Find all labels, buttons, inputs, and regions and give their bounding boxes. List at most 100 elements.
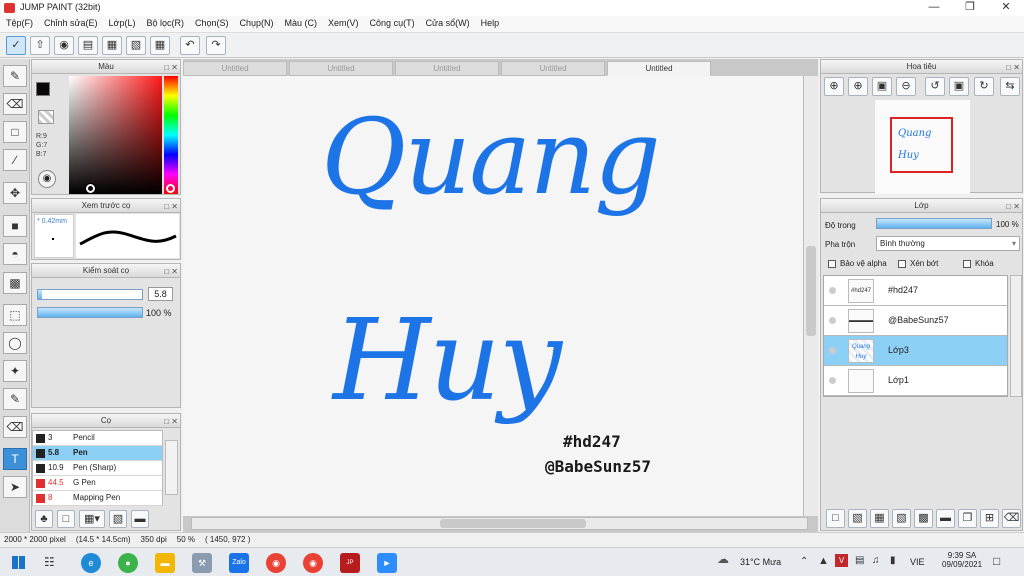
select-eraser-tool-icon[interactable]: ⌫	[3, 416, 27, 438]
chrome-icon[interactable]: ◉	[266, 553, 286, 573]
menu-color[interactable]: Màu (C)	[279, 16, 323, 28]
gradient-tool-icon[interactable]: ▩	[3, 272, 27, 294]
eraser-tool-icon[interactable]: ⌫	[3, 93, 27, 115]
hue-slider[interactable]	[164, 76, 178, 194]
vertical-scroll-thumb[interactable]	[806, 246, 816, 336]
battery-icon[interactable]: ▮	[890, 555, 896, 566]
menu-view[interactable]: Xem(V)	[322, 16, 364, 28]
new-layer-copy-icon[interactable]: ▧	[848, 509, 867, 528]
app-tray-icon[interactable]: ▲	[818, 555, 829, 567]
palette-icon[interactable]: ◉	[38, 170, 56, 188]
navigator-view-rect[interactable]: Quang Huy	[890, 117, 953, 173]
layer-visibility-icon[interactable]	[829, 377, 836, 384]
drawing-canvas[interactable]: Quang Huy #hd247 @BabeSunz57	[183, 76, 803, 516]
layer-folder-icon[interactable]: ▬	[936, 509, 955, 528]
panel-buttons-icon[interactable]: □ ✕	[164, 415, 178, 428]
menu-tools[interactable]: Công cụ(T)	[364, 16, 420, 28]
menu-select[interactable]: Chọn(S)	[189, 16, 234, 28]
zoom-in-icon[interactable]: ⊕	[824, 77, 844, 96]
layer-page-icon[interactable]: ▦	[870, 509, 889, 528]
rotate-right-icon[interactable]: ↻	[974, 77, 994, 96]
lock-checkbox[interactable]	[963, 259, 971, 268]
zoom-app-icon[interactable]: ►	[377, 553, 397, 573]
menu-capture[interactable]: Chụp(N)	[234, 16, 279, 28]
fit-icon[interactable]: ▣	[949, 77, 969, 96]
layer-screentone-icon[interactable]: ▧	[892, 509, 911, 528]
doc-tab[interactable]: Untitled	[501, 61, 605, 76]
layer-list-scrollbar[interactable]	[1010, 275, 1022, 397]
menu-filter[interactable]: Bộ lọc(R)	[140, 16, 189, 28]
edge-browser-icon[interactable]: e	[81, 553, 101, 573]
layer-row-selected[interactable]: Quang Huy Lớp3	[824, 336, 1007, 366]
brush-list-scrollbar[interactable]	[165, 440, 178, 495]
color-picker-cursor[interactable]	[86, 184, 95, 193]
clip-option[interactable]: Xén bớt	[898, 259, 938, 268]
doc-tab[interactable]: Untitled	[183, 61, 287, 76]
blend-mode-select[interactable]: Bình thường ▾	[876, 236, 1020, 251]
windows-start-icon[interactable]	[12, 556, 25, 569]
document-icon[interactable]: ▦	[102, 36, 122, 55]
brush-new-icon[interactable]: □	[57, 510, 75, 528]
layer-opacity-slider[interactable]	[876, 218, 992, 229]
input-language[interactable]: VIE	[910, 557, 925, 567]
hue-slider-handle[interactable]	[166, 184, 175, 193]
panel-buttons-icon[interactable]: □ ✕	[164, 61, 178, 74]
fill-rectangle-tool-icon[interactable]: ■	[3, 215, 27, 237]
app-wrench-icon[interactable]: ⚒	[192, 553, 212, 573]
notification-icon[interactable]: □	[993, 554, 1000, 568]
brush-tool-icon[interactable]: ✎	[3, 65, 27, 87]
page-icon[interactable]: ▧	[126, 36, 146, 55]
brush-opacity-slider[interactable]	[37, 307, 143, 318]
doc-tab[interactable]: Untitled	[395, 61, 499, 76]
move-tool-icon[interactable]: ✥	[3, 182, 27, 204]
magic-wand-tool-icon[interactable]: ✦	[3, 360, 27, 382]
grid-settings-icon[interactable]: ▦	[150, 36, 170, 55]
brush-size-input[interactable]: 5.8	[148, 287, 173, 301]
zoom-out-icon[interactable]: ⊖	[896, 77, 916, 96]
menu-window[interactable]: Cửa sổ(W)	[420, 16, 475, 28]
select-rect-tool-icon[interactable]: ⬚	[3, 304, 27, 326]
horizontal-scrollbar[interactable]	[191, 517, 808, 530]
jump-paint-taskbar-icon[interactable]: JP	[340, 553, 360, 573]
brush-row[interactable]: 8 Mapping Pen	[33, 491, 162, 506]
lock-option[interactable]: Khóa	[963, 259, 994, 268]
menu-edit[interactable]: Chỉnh sửa(E)	[38, 16, 103, 28]
zalo-icon[interactable]: Zalo	[229, 553, 249, 573]
lasso-tool-icon[interactable]: ◯	[3, 332, 27, 354]
panel-buttons-icon[interactable]: □ ✕	[164, 200, 178, 213]
rectangle-tool-icon[interactable]: □	[3, 121, 27, 143]
comment-icon[interactable]: ▤	[78, 36, 98, 55]
close-button[interactable]: ✕	[988, 0, 1024, 16]
redo-icon[interactable]: ↷	[206, 36, 226, 55]
file-explorer-icon[interactable]: ▬	[155, 553, 175, 573]
share-icon[interactable]: ⇧	[30, 36, 50, 55]
task-view-icon[interactable]: ☷	[44, 555, 55, 569]
navigator-thumbnail[interactable]: Quang Huy	[875, 100, 970, 194]
rotate-left-icon[interactable]: ↺	[925, 77, 945, 96]
duplicate-layer-icon[interactable]: ❐	[958, 509, 977, 528]
app-green-icon[interactable]: ●	[118, 553, 138, 573]
transparent-swatch[interactable]	[38, 110, 54, 124]
minimize-button[interactable]: —	[916, 0, 952, 16]
brush-folder-icon[interactable]: ▬	[131, 510, 149, 528]
doc-tab[interactable]: Untitled	[289, 61, 393, 76]
brush-menu-icon[interactable]: ▦▾	[79, 510, 105, 528]
layer-visibility-icon[interactable]	[829, 287, 836, 294]
restore-button[interactable]: ❐	[952, 0, 988, 16]
weather-text[interactable]: 31°C Mưa	[740, 557, 781, 567]
text-tool-icon[interactable]: T	[3, 448, 27, 470]
select-pen-tool-icon[interactable]: ✎	[3, 388, 27, 410]
color-picker-square[interactable]	[69, 76, 162, 194]
speech-bubble-icon[interactable]: ◉	[54, 36, 74, 55]
layer-row[interactable]: #hd247 #hd247	[824, 276, 1007, 306]
layer-pattern-icon[interactable]: ▩	[914, 509, 933, 528]
new-layer-icon[interactable]: □	[826, 509, 845, 528]
protect-alpha-option[interactable]: Bảo vệ alpha	[828, 259, 887, 268]
foreground-color-swatch[interactable]	[36, 82, 50, 96]
panel-buttons-icon[interactable]: □ ✕	[164, 265, 178, 278]
protect-alpha-checkbox[interactable]	[828, 259, 836, 268]
layer-visibility-icon[interactable]	[829, 317, 836, 324]
brush-row[interactable]: 44.5 G Pen	[33, 476, 162, 491]
chrome-icon-2[interactable]: ◉	[303, 553, 323, 573]
panel-buttons-icon[interactable]: □ ✕	[1006, 200, 1020, 213]
